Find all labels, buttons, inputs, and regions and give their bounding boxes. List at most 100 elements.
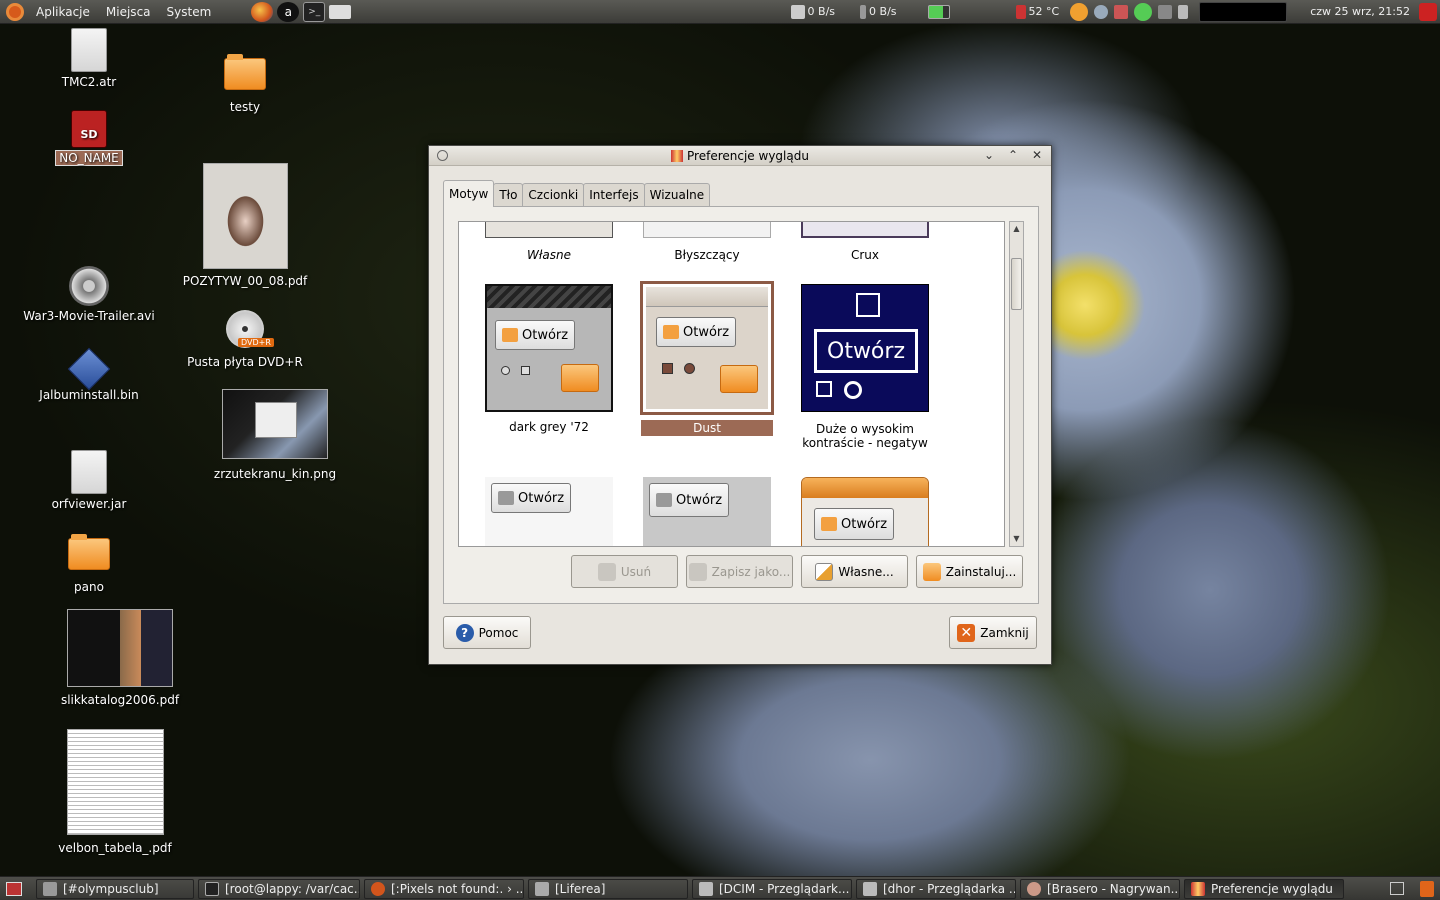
scroll-thumb[interactable] <box>1011 258 1022 310</box>
cd-tray-icon[interactable] <box>1070 2 1089 21</box>
desktop-icon-binary[interactable]: Jalbuminstall.bin <box>30 347 148 402</box>
desktop-icon-png[interactable]: zrzutekranu_kin.png <box>210 389 340 481</box>
task-dhor-browser[interactable]: [dhor - Przeglądarka ... <box>856 878 1016 899</box>
theme-preview: Otwórz <box>801 477 929 546</box>
task-liferea[interactable]: [Liferea] <box>528 878 688 899</box>
custom-theme-label: Własne... <box>838 564 894 579</box>
help-button[interactable]: ? Pomoc <box>443 616 531 649</box>
preview-button-label: Otwórz <box>518 490 565 506</box>
theme-item-row3-c[interactable]: Otwórz <box>797 477 933 546</box>
dialog-app-icon <box>671 149 684 162</box>
trash-icon <box>597 562 616 581</box>
status-icon[interactable] <box>1134 2 1153 21</box>
delete-theme-button[interactable]: Usuń <box>571 555 678 588</box>
pdf-thumbnail-icon <box>67 609 173 687</box>
theme-list[interactable]: Własne Błyszczący Crux Otwórz dark grey … <box>458 221 1005 547</box>
dialog-titlebar[interactable]: Preferencje wyglądu ⌄ ⌃ ✕ <box>429 146 1051 166</box>
task-brasero[interactable]: [Brasero - Nagrywan... <box>1020 878 1180 899</box>
task-appearance-preferences[interactable]: Preferencje wyglądu <box>1184 878 1344 899</box>
dvd-icon: DVD+R <box>226 310 274 348</box>
custom-theme-button[interactable]: Własne... <box>801 555 908 588</box>
maximize-icon[interactable]: ⌃ <box>1005 148 1021 162</box>
mail-icon[interactable] <box>1114 4 1129 19</box>
desktop-icon-label: War3-Movie-Trailer.avi <box>23 309 155 323</box>
window-menu-icon[interactable] <box>437 150 448 161</box>
theme-label: Błyszczący <box>674 248 740 262</box>
terminal-launcher-icon[interactable]: >_ <box>303 1 326 22</box>
desktop-icon-dvd[interactable]: DVD+R Pusta płyta DVD+R <box>180 310 310 369</box>
desktop-icon-pdf-pozytyw[interactable]: POZYTYW_00_08.pdf <box>180 163 310 288</box>
ruler-launcher-icon[interactable] <box>329 4 352 19</box>
document-icon <box>71 28 107 72</box>
tab-visual-effects[interactable]: Wizualne <box>643 183 711 207</box>
minimize-icon[interactable]: ⌄ <box>981 148 997 162</box>
task-label: Preferencje wyglądu <box>1211 881 1333 896</box>
desktop-icon-tmc2[interactable]: TMC2.atr <box>48 28 130 89</box>
firefox-icon <box>371 881 385 896</box>
cpu-monitor-icon[interactable] <box>1199 1 1288 22</box>
desktop-icon-jar[interactable]: orfviewer.jar <box>48 450 130 511</box>
desktop-icon-pdf-slik[interactable]: slikkatalog2006.pdf <box>50 609 190 707</box>
scroll-up-icon[interactable]: ▲ <box>1010 222 1023 236</box>
desktop-icon-folder-testy[interactable]: testy <box>204 54 286 114</box>
ubuntu-logo-icon[interactable] <box>6 2 24 21</box>
tab-fonts[interactable]: Czcionki <box>522 183 585 207</box>
scroll-down-icon[interactable]: ▼ <box>1010 532 1023 546</box>
desktop-icon-pdf-velbon[interactable]: velbon_tabela_.pdf <box>50 729 180 855</box>
task-label: [root@lappy: /var/cac... <box>225 881 360 896</box>
file-manager-icon <box>699 881 713 896</box>
desktop-icon-sd-card[interactable]: SD NO_NAME <box>48 110 130 166</box>
shutdown-icon[interactable] <box>1419 2 1437 21</box>
theme-item-row3-a[interactable]: Otwórz <box>481 477 617 546</box>
show-desktop-icon[interactable] <box>6 881 22 896</box>
task-olympusclub[interactable]: [#olympusclub] <box>36 878 194 899</box>
desktop-icon-video[interactable]: War3-Movie-Trailer.avi <box>22 266 156 323</box>
desktop-icon-label: pano <box>74 580 104 594</box>
network-manager-icon[interactable] <box>1158 4 1173 19</box>
theme-list-scrollbar[interactable]: ▲ ▼ <box>1009 221 1024 547</box>
theme-item-high-contrast-inverse[interactable]: Otwórz Duże o wysokim kontraście - negat… <box>797 284 933 450</box>
tab-background[interactable]: Tło <box>493 183 524 207</box>
theme-item-crux[interactable]: Crux <box>797 222 933 262</box>
firefox-launcher-icon[interactable] <box>251 1 274 22</box>
desktop-icon-label: testy <box>229 100 261 114</box>
menu-system[interactable]: System <box>159 5 220 19</box>
pidgin-launcher-icon[interactable]: a <box>277 1 300 22</box>
menu-places[interactable]: Miejsca <box>98 5 159 19</box>
globe-icon[interactable] <box>1094 4 1109 19</box>
battery-icon[interactable] <box>927 4 950 19</box>
theme-item-custom[interactable]: Własne <box>481 222 617 262</box>
volume-icon[interactable] <box>1178 4 1189 19</box>
menu-applications[interactable]: Aplikacje <box>28 5 98 19</box>
desktop-icon-folder-pano[interactable]: pano <box>48 534 130 594</box>
close-button[interactable]: ✕ Zamknij <box>949 616 1037 649</box>
theme-item-dark-grey[interactable]: Otwórz dark grey '72 <box>481 284 617 434</box>
task-terminal[interactable]: [root@lappy: /var/cac... <box>198 878 360 899</box>
tab-theme[interactable]: Motyw <box>443 180 495 207</box>
close-x-icon: ✕ <box>957 623 976 642</box>
tab-interface[interactable]: Interfejs <box>583 183 645 207</box>
task-dcim-browser[interactable]: [DCIM - Przeglądark... <box>692 878 852 899</box>
theme-label: Dust <box>641 420 773 436</box>
clock[interactable]: czw 25 wrz, 21:52 <box>1310 5 1410 18</box>
desktop-icon-label: NO_NAME <box>48 150 130 166</box>
disc-burner-icon <box>1027 881 1041 896</box>
file-manager-icon <box>863 881 877 896</box>
install-theme-button[interactable]: Zainstaluj... <box>916 555 1023 588</box>
theme-item-glossy[interactable]: Błyszczący <box>639 222 775 262</box>
task-firefox[interactable]: [:Pixels not found:. › ... <box>364 878 524 899</box>
theme-item-dust[interactable]: Otwórz Dust <box>639 281 775 436</box>
workspace-switcher-icon[interactable] <box>1390 882 1404 895</box>
preview-button-label: Otwórz <box>522 327 569 343</box>
theme-item-row3-b[interactable]: Otwórz <box>639 477 775 546</box>
close-icon[interactable]: ✕ <box>1029 148 1045 162</box>
preview-button-label: Otwórz <box>841 516 888 532</box>
close-label: Zamknij <box>980 625 1029 640</box>
desktop-icon-label: orfviewer.jar <box>51 497 127 511</box>
trash-panel-icon[interactable] <box>1420 880 1434 897</box>
save-as-button[interactable]: Zapisz jako... <box>686 555 793 588</box>
preview-button-label: Otwórz <box>814 329 918 373</box>
theme-preview: Otwórz <box>485 284 613 412</box>
delete-theme-label: Usuń <box>620 564 652 579</box>
task-label: [Liferea] <box>555 881 606 896</box>
